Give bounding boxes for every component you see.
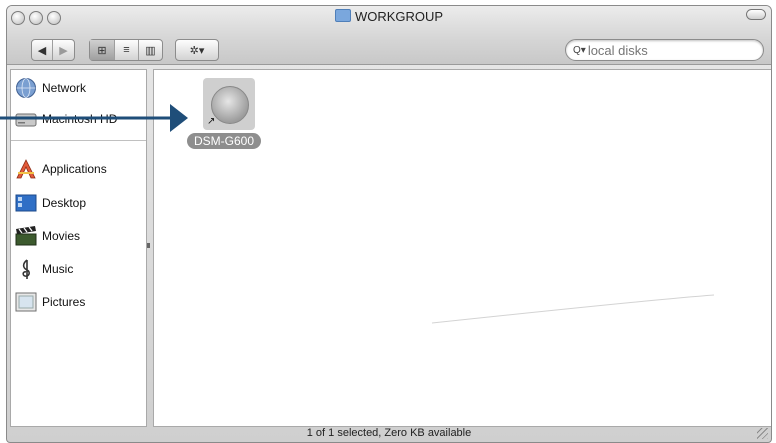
sidebar-item-label: Applications (42, 162, 107, 176)
sidebar-item-macintosh-hd[interactable]: Macintosh HD (15, 107, 117, 131)
music-clef-icon (22, 259, 30, 279)
forward-button[interactable]: ▶ (53, 40, 74, 60)
sidebar-item-applications[interactable]: Applications (15, 157, 107, 181)
list-view-button[interactable]: ≡ (115, 40, 139, 60)
sidebar-item-movies[interactable]: Movies (15, 224, 80, 248)
back-button[interactable]: ◀ (32, 40, 53, 60)
sidebar-item-desktop[interactable]: Desktop (15, 191, 86, 215)
title-bar: WORKGROUP ◀ ▶ ⊞ ≡ ▥ ✲▾ Q▾ local disks (7, 6, 771, 65)
search-field[interactable]: Q▾ (565, 39, 764, 61)
nav-buttons: ◀ ▶ (31, 39, 75, 61)
network-globe-icon (16, 78, 36, 98)
sidebar-item-music[interactable]: Music (15, 257, 73, 281)
pictures-frame-icon (15, 292, 37, 312)
icon-view-icon: ⊞ (97, 44, 107, 57)
decorative-line (431, 294, 715, 324)
resize-grip[interactable] (757, 428, 768, 439)
view-buttons: ⊞ ≡ ▥ (89, 39, 163, 61)
file-browser-pane: ↗ DSM-G600 (153, 69, 771, 427)
applications-icon (16, 159, 36, 179)
sidebar-divider (11, 140, 146, 141)
window-title: WORKGROUP (7, 9, 771, 24)
sidebar-item-label: Movies (42, 229, 81, 243)
sidebar-item-label: Macintosh HD (42, 112, 118, 126)
column-view-icon: ▥ (145, 44, 156, 57)
window-title-text: WORKGROUP (354, 9, 444, 24)
back-arrow-icon: ◀ (37, 44, 47, 57)
forward-arrow-icon: ▶ (59, 44, 68, 57)
action-menu-cell: ✲▾ (176, 40, 218, 60)
sidebar-resize-handle[interactable] (147, 243, 150, 248)
sidebar-item-label: Music (42, 262, 74, 276)
sidebar-item-label: Pictures (42, 295, 86, 309)
gear-icon: ✲▾ (189, 44, 205, 57)
action-menu-button[interactable]: ✲▾ (175, 39, 219, 61)
desktop-icon (15, 194, 37, 212)
list-view-icon: ≡ (123, 44, 130, 56)
status-text: 1 of 1 selected, Zero KB available (306, 427, 472, 439)
movies-clapper-icon (15, 226, 37, 246)
sidebar-item-label: Network (42, 81, 87, 95)
toolbar-toggle-button[interactable] (746, 9, 766, 20)
status-bar: 1 of 1 selected, Zero KB available (7, 425, 771, 442)
sidebar: Network Macintosh HD Applications Deskto (10, 69, 147, 427)
sidebar-item-network[interactable]: Network (15, 76, 86, 100)
icon-view-button[interactable]: ⊞ (90, 40, 115, 60)
finder-window: WORKGROUP ◀ ▶ ⊞ ≡ ▥ ✲▾ Q▾ local disks Ne… (6, 5, 772, 443)
hard-disk-icon (15, 113, 37, 127)
search-icon: Q▾ (573, 44, 586, 56)
folder-icon (334, 9, 351, 22)
sidebar-item-pictures[interactable]: Pictures (15, 290, 85, 314)
sidebar-item-label: Desktop (42, 196, 87, 210)
search-input[interactable] (587, 42, 748, 58)
column-view-button[interactable]: ▥ (139, 40, 162, 60)
